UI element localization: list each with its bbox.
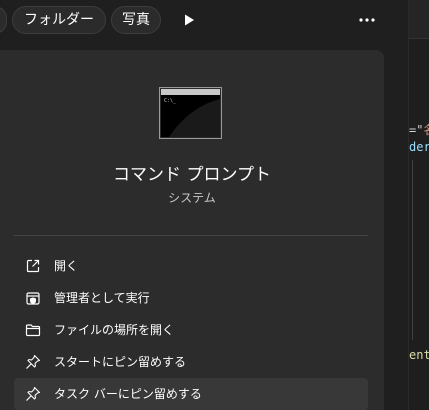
shield-admin-icon (26, 292, 40, 305)
more-options-icon[interactable] (357, 12, 377, 28)
code-line: ent (409, 348, 429, 362)
code-editor-background: ="名 der ent (408, 0, 429, 410)
command-prompt-icon: C:\_ (159, 87, 222, 139)
menu-item-label: ファイルの場所を開く (54, 323, 175, 337)
filter-chip-partial[interactable] (0, 6, 7, 34)
menu-item-open-file-location[interactable]: ファイルの場所を開く (14, 314, 368, 346)
menu-item-label: 開く (54, 259, 79, 273)
pin-icon (26, 386, 41, 401)
menu-item-run-as-admin[interactable]: 管理者として実行 (14, 282, 368, 314)
app-details-pane: C:\_ コマンド プロンプト システム 開く 管理者として実行 ファイルの場所… (0, 50, 384, 410)
folder-icon (25, 324, 41, 337)
divider (14, 235, 368, 236)
filter-chip-folders[interactable]: フォルダー (12, 6, 106, 34)
search-results-page: フォルダー 写真 ="名 der ent C:\_ コマンド プロンプト システ… (0, 0, 429, 410)
menu-item-label: 管理者として実行 (54, 291, 150, 305)
code-line: ="名 (409, 123, 429, 137)
menu-item-pin-to-taskbar[interactable]: タスク バーにピン留めする (14, 378, 368, 410)
play-icon[interactable] (181, 12, 197, 28)
filter-bar: フォルダー 写真 (0, 0, 408, 40)
pin-icon (26, 354, 41, 369)
editor-tab-strip (409, 0, 429, 39)
menu-item-label: タスク バーにピン留めする (54, 387, 202, 401)
action-menu: 開く 管理者として実行 ファイルの場所を開く スタートにピン留めする タスク バ… (14, 250, 368, 410)
menu-item-label: スタートにピン留めする (54, 355, 187, 369)
indent-guide (412, 160, 413, 340)
menu-item-pin-to-start[interactable]: スタートにピン留めする (14, 346, 368, 378)
code-line: der (409, 140, 429, 154)
filter-chip-photos[interactable]: 写真 (111, 6, 161, 34)
menu-item-open[interactable]: 開く (14, 250, 368, 282)
open-external-icon (26, 259, 40, 273)
svg-text:C:\_: C:\_ (164, 98, 177, 104)
app-title: コマンド プロンプト (113, 165, 271, 185)
app-subtitle: システム (168, 191, 216, 205)
